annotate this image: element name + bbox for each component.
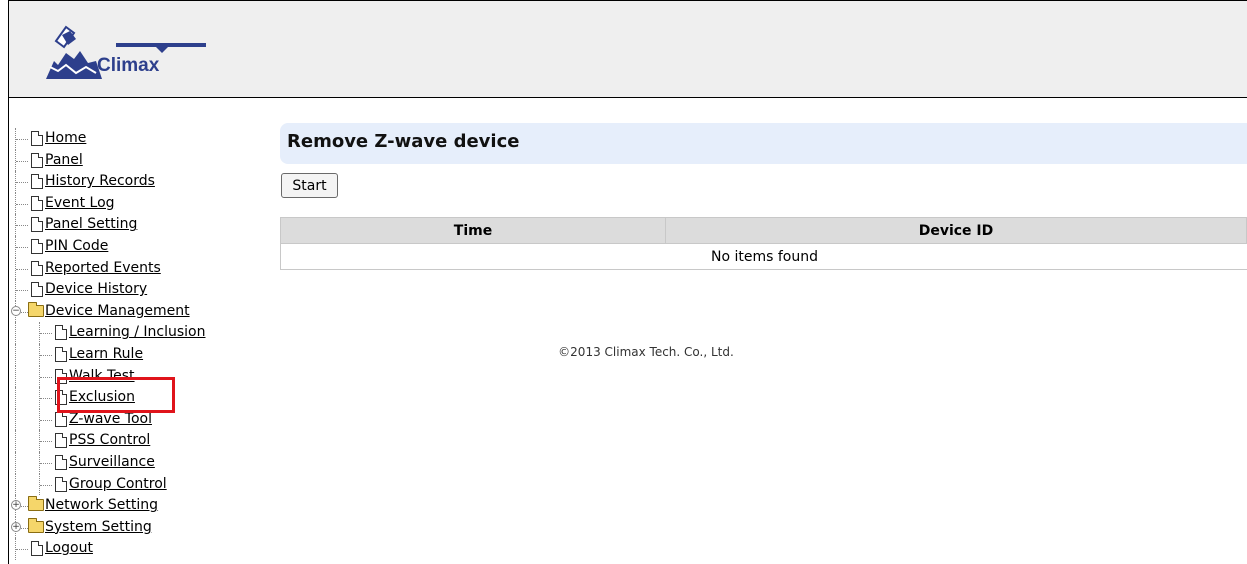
sidebar-tree: Home Panel History Records Event Log Panel S… — [11, 128, 242, 560]
document-icon — [31, 152, 43, 168]
page-title: Remove Z-wave device — [287, 131, 520, 152]
tree-connector — [16, 268, 28, 270]
sidebar-item-surveillance[interactable]: Surveillance — [12, 451, 242, 474]
sidebar-item-panel[interactable]: Panel — [12, 149, 242, 172]
empty-row: No items found — [281, 244, 1247, 270]
sidebar-item-label[interactable]: Reported Events — [45, 258, 161, 280]
document-icon — [31, 174, 43, 190]
sidebar-item-label[interactable]: Device Management — [45, 301, 190, 323]
sidebar-item-label[interactable]: Group Control — [69, 474, 167, 496]
tree-guide-line — [15, 343, 16, 366]
sidebar-item-device-management[interactable]: − Device Management — [11, 300, 242, 323]
sidebar-item-label[interactable]: Network Setting — [45, 495, 158, 517]
sidebar-item-pss-control[interactable]: PSS Control — [12, 430, 242, 452]
collapse-icon[interactable]: − — [11, 305, 21, 316]
sidebar-item-label[interactable]: Learning / Inclusion — [69, 322, 205, 344]
exclusion-highlight-box — [57, 377, 175, 413]
tree-guide-line — [15, 451, 16, 474]
expand-icon[interactable]: + — [11, 500, 21, 511]
sidebar-item-history-records[interactable]: History Records — [12, 171, 242, 193]
tree-connector — [16, 225, 28, 227]
sidebar-item-label[interactable]: Learn Rule — [69, 344, 143, 366]
tree-connector — [40, 441, 52, 443]
table-header: Time Device ID — [281, 218, 1247, 244]
tree-connector — [16, 549, 28, 551]
sidebar-item-logout[interactable]: Logout — [12, 538, 242, 560]
tree-guide-line — [15, 408, 16, 431]
sidebar-item-device-history[interactable]: Device History — [12, 279, 242, 301]
tree-connector — [16, 160, 28, 162]
tree-guide-line — [15, 365, 16, 388]
sidebar-item-group-control[interactable]: Group Control — [12, 473, 242, 496]
document-icon — [31, 282, 43, 298]
document-icon — [31, 238, 43, 254]
tree-connector — [16, 246, 28, 248]
folder-icon — [28, 301, 44, 317]
copyright-footer: ©2013 Climax Tech. Co., Ltd. — [558, 345, 734, 359]
tree-connector — [16, 290, 28, 292]
document-icon — [31, 217, 43, 233]
sidebar-item-label[interactable]: Event Log — [45, 193, 115, 215]
sidebar-item-learning-inclusion[interactable]: Learning / Inclusion — [12, 322, 242, 344]
tree-connector — [40, 484, 52, 486]
document-icon — [55, 346, 67, 362]
document-icon — [31, 541, 43, 557]
tree-connector — [40, 398, 52, 400]
sidebar-item-network-setting[interactable]: + Network Setting — [11, 495, 242, 517]
column-header-device-id: Device ID — [666, 218, 1247, 244]
tree-guide-line — [15, 430, 16, 452]
sidebar-item-label[interactable]: History Records — [45, 171, 155, 193]
tree-connector — [16, 139, 28, 140]
sidebar-item-system-setting[interactable]: + System Setting — [11, 516, 242, 539]
sidebar-item-label[interactable]: Home — [45, 128, 86, 150]
sidebar-item-panel-setting[interactable]: Panel Setting — [12, 214, 242, 236]
sidebar-item-label[interactable]: PSS Control — [69, 430, 150, 452]
tree-connector — [40, 462, 52, 464]
sidebar-item-pin-code[interactable]: PIN Code — [12, 235, 242, 258]
tree-connector — [40, 376, 52, 378]
document-icon — [55, 433, 67, 449]
sidebar-item-label[interactable]: Device History — [45, 279, 147, 301]
header-bar: Climax — [9, 1, 1247, 98]
sidebar-item-reported-events[interactable]: Reported Events — [12, 257, 242, 280]
sidebar-item-label[interactable]: Logout — [45, 538, 93, 560]
document-icon — [55, 325, 67, 341]
tree-connector — [40, 333, 52, 335]
sidebar-item-learn-rule[interactable]: Learn Rule — [12, 343, 242, 366]
sidebar-item-label[interactable]: Surveillance — [69, 452, 155, 474]
tree-guide-line — [15, 473, 16, 496]
folder-icon — [28, 496, 44, 512]
tree-connector — [16, 203, 28, 205]
logo-text: Climax — [97, 55, 160, 76]
sidebar-item-event-log[interactable]: Event Log — [12, 192, 242, 215]
document-icon — [55, 476, 67, 492]
column-header-time: Time — [281, 218, 666, 244]
tree-guide-line — [15, 387, 16, 409]
tree-connector — [40, 419, 52, 421]
devices-table: Time Device ID No items found — [280, 217, 1247, 270]
sidebar-item-home[interactable]: Home — [12, 128, 242, 150]
tree-connector — [16, 182, 28, 184]
sidebar-item-label[interactable]: Panel Setting — [45, 214, 137, 236]
folder-icon — [28, 517, 44, 533]
document-icon — [31, 131, 43, 146]
document-icon — [31, 260, 43, 276]
tree-guide-line — [15, 322, 16, 344]
expand-icon[interactable]: + — [11, 521, 21, 532]
document-icon — [31, 195, 43, 211]
start-button[interactable]: Start — [281, 173, 338, 198]
sidebar-item-label[interactable]: PIN Code — [45, 236, 108, 258]
sidebar-item-label[interactable]: System Setting — [45, 517, 152, 539]
tree-connector — [40, 354, 52, 356]
document-icon — [55, 454, 67, 470]
sidebar-item-label[interactable]: Panel — [45, 150, 83, 172]
document-icon — [55, 411, 67, 427]
